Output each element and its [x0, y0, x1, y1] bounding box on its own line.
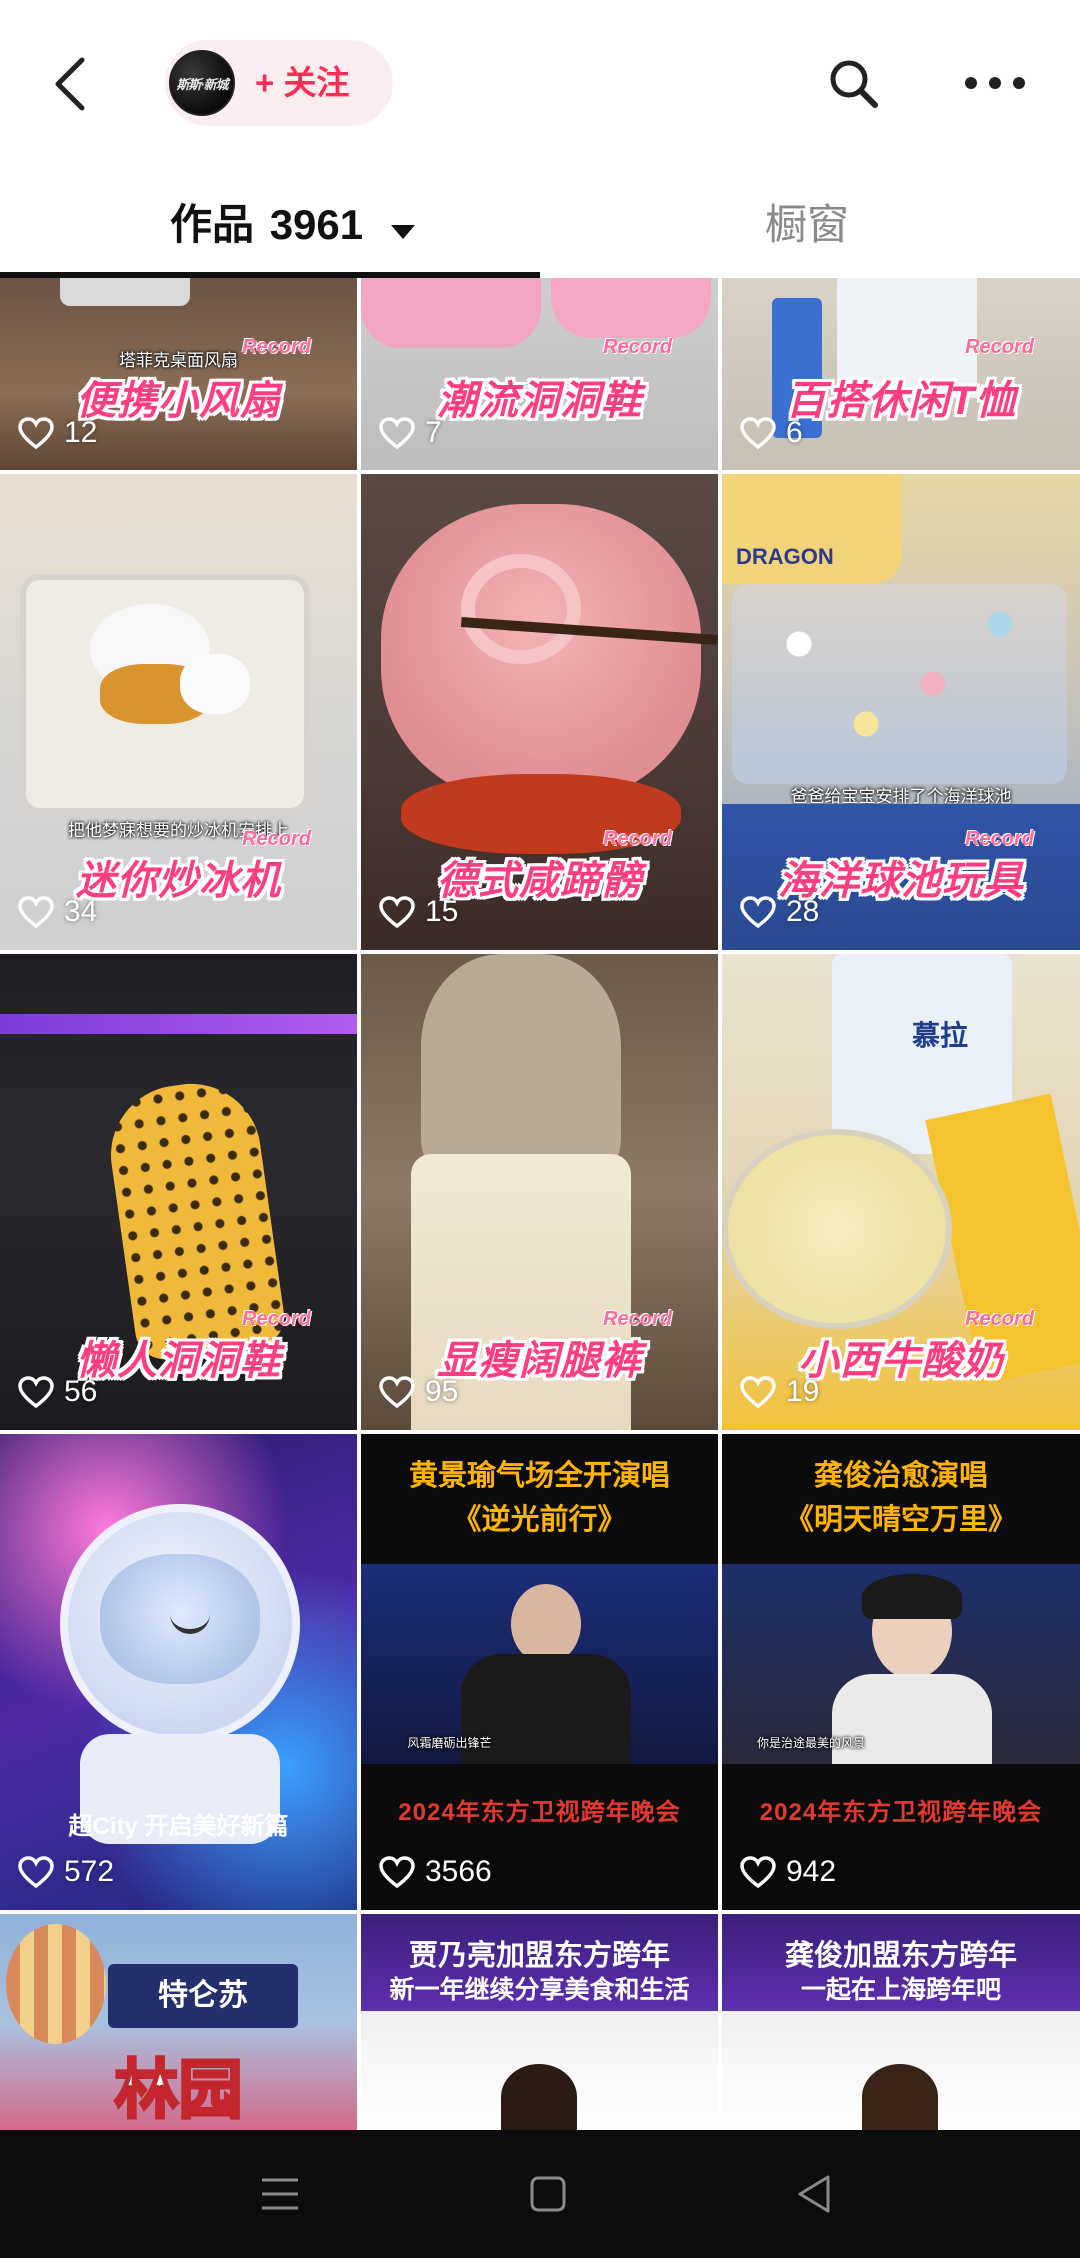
- search-icon: [830, 60, 878, 108]
- heart-outline-icon: [379, 896, 415, 928]
- more-button[interactable]: [958, 48, 1032, 118]
- heart-outline-icon: [740, 896, 776, 928]
- nav-home-button[interactable]: [498, 2154, 598, 2234]
- nav-back-button[interactable]: [764, 2154, 864, 2234]
- square-home-icon: [530, 2176, 566, 2212]
- like-count: 56: [18, 1370, 97, 1414]
- video-tile[interactable]: 慕拉 Record 小西牛酸奶 19: [722, 954, 1080, 1430]
- heart-outline-icon: [18, 1376, 54, 1408]
- heart-outline-icon: [379, 417, 415, 449]
- like-count: 28: [740, 890, 819, 934]
- tile-title-line2: 《逆光前行》: [452, 1504, 627, 1536]
- heart-outline-icon: [740, 1856, 776, 1888]
- like-count-value: 95: [425, 1375, 459, 1408]
- tile-title-line1: 黄景瑜气场全开演唱: [408, 1460, 670, 1492]
- more-dots-icon: [965, 77, 1025, 89]
- like-count-value: 34: [64, 895, 98, 928]
- tile-title-line2: 新一年继续分享美食和生活: [389, 1976, 690, 2004]
- video-tile[interactable]: 龚俊加盟东方跨年 一起在上海跨年吧: [722, 1914, 1080, 2130]
- heart-outline-icon: [740, 1376, 776, 1408]
- like-count-value: 6: [786, 416, 803, 449]
- system-nav-bar: [0, 2130, 1080, 2258]
- like-count-value: 7: [425, 416, 442, 449]
- heart-outline-icon: [18, 896, 54, 928]
- like-count: 3566: [379, 1850, 492, 1894]
- like-count-value: 942: [786, 1855, 837, 1888]
- tile-title-line1: 贾乃亮加盟东方跨年: [408, 1940, 670, 1972]
- tile-tag: DRAGON: [736, 544, 834, 569]
- heart-outline-icon: [379, 1376, 415, 1408]
- video-tile[interactable]: 把他梦寐想要的炒冰机安排上 Record 迷你炒冰机 34: [0, 474, 357, 950]
- like-count: 19: [740, 1370, 819, 1414]
- video-tile[interactable]: Record 懒人洞洞鞋 56: [0, 954, 357, 1430]
- avatar[interactable]: 斯斯·新城: [169, 50, 235, 116]
- like-count: 15: [379, 890, 458, 934]
- heart-outline-icon: [18, 1856, 54, 1888]
- menu-icon: [262, 2178, 298, 2210]
- profile-header: 斯斯·新城 + 关注 作品 3961 橱窗: [0, 0, 1080, 248]
- video-tile[interactable]: 特仑苏 林园: [0, 1914, 357, 2130]
- tile-title-line2: 一起在上海跨年吧: [800, 1976, 1001, 2004]
- follow-pill[interactable]: 斯斯·新城 + 关注: [165, 40, 393, 126]
- video-tile[interactable]: Record 潮流洞洞鞋 7: [361, 278, 718, 470]
- record-label: Record: [965, 336, 1034, 358]
- like-count: 6: [740, 411, 803, 455]
- video-tile[interactable]: 超City 开启美好新篇 572: [0, 1434, 357, 1910]
- search-button[interactable]: [818, 48, 888, 118]
- like-count-value: 15: [425, 895, 459, 928]
- tile-overlay-text: 超City 开启美好新篇: [68, 1813, 289, 1840]
- like-count-value: 19: [786, 1375, 820, 1408]
- tile-title-line1: 龚俊治愈演唱: [813, 1460, 988, 1492]
- video-tile[interactable]: 龚俊治愈演唱 《明天晴空万里》 你是治途最美的风景 2024年东方卫视跨年晚会 …: [722, 1434, 1080, 1910]
- like-count: 95: [379, 1370, 458, 1414]
- chevron-left-icon: [55, 57, 85, 111]
- video-tile[interactable]: Record 百搭休闲T恤 6: [722, 278, 1080, 470]
- triangle-back-icon: [798, 2175, 830, 2213]
- video-tile[interactable]: 黄景瑜气场全开演唱 《逆光前行》 风霜磨砺出锋芒 2024年东方卫视跨年晚会 3…: [361, 1434, 718, 1910]
- record-label: Record: [603, 336, 672, 358]
- tile-brand: 特仑苏: [158, 1979, 248, 2012]
- like-count: 7: [379, 411, 442, 455]
- like-count-value: 56: [64, 1375, 98, 1408]
- tab-works-count: 3961: [269, 201, 364, 248]
- tab-window-label: 橱窗: [765, 201, 850, 248]
- avatar-logo: 斯斯·新城: [176, 76, 228, 92]
- tile-title-line2: 《明天晴空万里》: [784, 1504, 1017, 1536]
- like-count: 572: [18, 1850, 114, 1894]
- like-count: 12: [18, 411, 97, 455]
- tab-works[interactable]: 作品 3961: [170, 190, 417, 260]
- heart-outline-icon: [18, 417, 54, 449]
- tile-bottom-title: 2024年东方卫视跨年晚会: [398, 1799, 681, 1826]
- like-count: 34: [18, 890, 97, 934]
- video-tile[interactable]: Record 德式咸蹄髈 15: [361, 474, 718, 950]
- tile-subtitle: 你是治途最美的风景: [756, 1736, 865, 1750]
- tile-title-line1: 龚俊加盟东方跨年: [784, 1940, 1017, 1972]
- like-count-value: 3566: [425, 1855, 492, 1888]
- tile-bottom-title: 2024年东方卫视跨年晚会: [759, 1799, 1043, 1826]
- tile-subtitle: 风霜磨砺出锋芒: [407, 1736, 492, 1750]
- tile-tag: 慕拉: [912, 1020, 969, 1051]
- video-grid: 塔菲克桌面风扇 Record 便携小风扇 12 Record 潮流洞洞鞋 7 R…: [0, 278, 1080, 2130]
- like-count: 942: [740, 1850, 836, 1894]
- like-count-value: 572: [64, 1855, 115, 1888]
- video-tile[interactable]: Record 显瘦阔腿裤 95: [361, 954, 718, 1430]
- like-count-value: 12: [64, 416, 98, 449]
- tile-big-text: 林园: [113, 2053, 244, 2128]
- video-tile[interactable]: 贾乃亮加盟东方跨年 新一年继续分享美食和生活: [361, 1914, 718, 2130]
- follow-button[interactable]: + 关注: [255, 40, 349, 126]
- tab-works-label: 作品: [170, 201, 255, 248]
- heart-outline-icon: [379, 1856, 415, 1888]
- back-button[interactable]: [40, 44, 100, 124]
- video-tile[interactable]: DRAGON 爸爸给宝宝安排了个海洋球池 Record 海洋球池玩具 28: [722, 474, 1080, 950]
- record-label: Record: [242, 336, 311, 358]
- caret-down-icon: [389, 193, 417, 263]
- heart-outline-icon: [740, 417, 776, 449]
- tab-window[interactable]: 橱窗: [765, 190, 849, 260]
- like-count-value: 28: [786, 895, 820, 928]
- nav-menu-button[interactable]: [230, 2154, 330, 2234]
- video-tile[interactable]: 塔菲克桌面风扇 Record 便携小风扇 12: [0, 278, 357, 470]
